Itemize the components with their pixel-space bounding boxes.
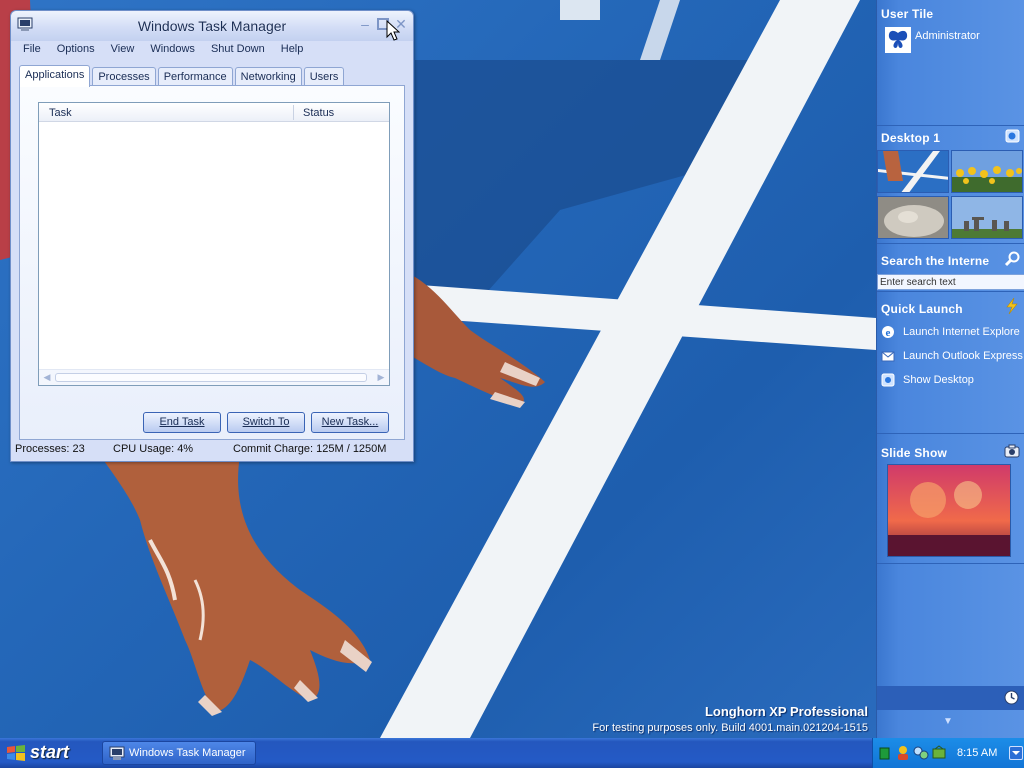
system-tray: 8:15 AM (872, 738, 1024, 768)
camera-icon[interactable] (1003, 442, 1021, 460)
quick-launch-outlook-express[interactable]: Launch Outlook Express (881, 346, 1023, 366)
task-manager-icon (109, 746, 125, 760)
outlook-express-icon (881, 351, 895, 362)
tray-clock[interactable]: 8:15 AM (957, 747, 997, 759)
tab-strip: Applications Processes Performance Netwo… (19, 65, 346, 87)
status-cpu-usage: CPU Usage: 4% (113, 443, 194, 455)
sidebar-bottom-bar (877, 686, 1024, 710)
menu-help[interactable]: Help (273, 41, 312, 59)
show-desktop-icon (881, 373, 895, 387)
menu-file[interactable]: File (15, 41, 49, 59)
user-tile-title: User Tile (881, 7, 934, 21)
quick-launch-label: Launch Outlook Express (903, 350, 1023, 362)
tab-users[interactable]: Users (303, 67, 345, 86)
menu-options[interactable]: Options (49, 41, 103, 59)
user-name[interactable]: Administrator (915, 30, 980, 42)
switch-to-button[interactable]: Switch To (227, 412, 305, 433)
clock-icon[interactable] (1004, 690, 1019, 705)
desktop-tile-title: Desktop 1 (881, 131, 941, 145)
tray-network-icon[interactable] (913, 745, 929, 761)
desktop-thumbnail-stonehenge[interactable] (951, 196, 1023, 239)
desktop-thumbnail-track[interactable] (877, 150, 949, 193)
end-task-button[interactable]: End Task (143, 412, 221, 433)
title-bar[interactable]: Windows Task Manager – ✕ (11, 11, 413, 41)
mouse-cursor-icon (386, 20, 400, 41)
sidebar: User Tile Administrator Desktop 1 Search… (876, 0, 1024, 738)
tray-user-icon[interactable] (895, 745, 911, 761)
lightning-icon (1006, 297, 1018, 315)
desktop-tile: Desktop 1 (877, 126, 1024, 244)
slide-show-image[interactable] (887, 464, 1011, 557)
tab-performance[interactable]: Performance (157, 67, 233, 86)
menu-bar: File Options View Windows Shut Down Help (15, 41, 311, 59)
user-tile[interactable]: User Tile Administrator (877, 0, 1024, 126)
scroll-right-icon[interactable]: ▶ (375, 372, 387, 383)
start-label: start (30, 742, 70, 762)
new-task-button[interactable]: New Task... (311, 412, 389, 433)
task-list-header: Task Status (39, 103, 389, 122)
watermark-subtitle: For testing purposes only. Build 4001.ma… (592, 722, 868, 734)
menu-view[interactable]: View (103, 41, 143, 59)
butterfly-icon[interactable] (885, 27, 911, 53)
quick-launch-show-desktop[interactable]: Show Desktop (881, 370, 974, 390)
task-manager-window[interactable]: Windows Task Manager – ✕ File Options Vi… (10, 10, 414, 462)
sidebar-expand-icon[interactable]: ▼ (943, 716, 953, 727)
chevron-down-icon (1012, 751, 1020, 755)
status-commit-charge: Commit Charge: 125M / 1250M (233, 443, 387, 455)
taskbar-button-label: Windows Task Manager (129, 747, 246, 759)
column-separator[interactable] (293, 105, 294, 120)
desktop-thumbnail-stone[interactable] (877, 196, 949, 239)
start-button[interactable]: start (0, 738, 94, 768)
slide-show-title: Slide Show (881, 446, 948, 460)
minimize-button[interactable]: – (357, 17, 373, 33)
magnifier-icon[interactable] (1003, 250, 1021, 268)
quick-launch-label: Launch Internet Explore (903, 326, 1020, 338)
applications-tab-body: Task Status ◀ ▶ End Task Switch To New T… (19, 85, 405, 440)
tray-expand-button[interactable] (1009, 746, 1023, 760)
tab-applications[interactable]: Applications (19, 65, 91, 87)
search-input[interactable] (877, 274, 1024, 290)
window-title: Windows Task Manager (137, 18, 287, 34)
status-bar: Processes: 23 CPU Usage: 4% Commit Charg… (11, 439, 413, 461)
task-list[interactable]: Task Status ◀ ▶ (38, 102, 390, 386)
tray-green-icon[interactable] (879, 747, 891, 760)
tray-security-icon[interactable] (931, 745, 947, 761)
quick-launch-tile: Quick Launch e Launch Internet Explore L… (877, 292, 1024, 434)
horizontal-scrollbar[interactable]: ◀ ▶ (39, 369, 389, 385)
desktop-thumbnail-flowers[interactable] (951, 150, 1023, 193)
taskbar-button-task-manager[interactable]: Windows Task Manager (102, 741, 256, 765)
watermark-title: Longhorn XP Professional (704, 704, 868, 719)
slide-show-tile: Slide Show (877, 434, 1024, 564)
quick-launch-internet-explorer[interactable]: e Launch Internet Explore (881, 322, 1020, 342)
internet-explorer-icon: e (882, 326, 894, 339)
menu-shut-down[interactable]: Shut Down (203, 41, 273, 59)
column-task[interactable]: Task (49, 107, 72, 119)
scroll-left-icon[interactable]: ◀ (41, 372, 53, 383)
taskbar: start Windows Task Manager 8:15 AM (0, 738, 1024, 768)
search-tile-title: Search the Interne (881, 254, 990, 268)
svg-text:e: e (886, 327, 891, 339)
status-processes: Processes: 23 (15, 443, 85, 455)
tab-networking[interactable]: Networking (234, 67, 302, 86)
quick-launch-label: Show Desktop (903, 374, 974, 386)
column-status[interactable]: Status (303, 107, 334, 119)
tab-panel: Applications Processes Performance Netwo… (19, 65, 405, 441)
quick-launch-title: Quick Launch (881, 302, 963, 316)
windows-logo-icon (7, 745, 25, 761)
tab-processes[interactable]: Processes (92, 67, 156, 86)
scroll-thumb[interactable] (55, 373, 367, 382)
desktop-switch-icon[interactable] (1003, 127, 1021, 145)
menu-windows[interactable]: Windows (142, 41, 203, 59)
